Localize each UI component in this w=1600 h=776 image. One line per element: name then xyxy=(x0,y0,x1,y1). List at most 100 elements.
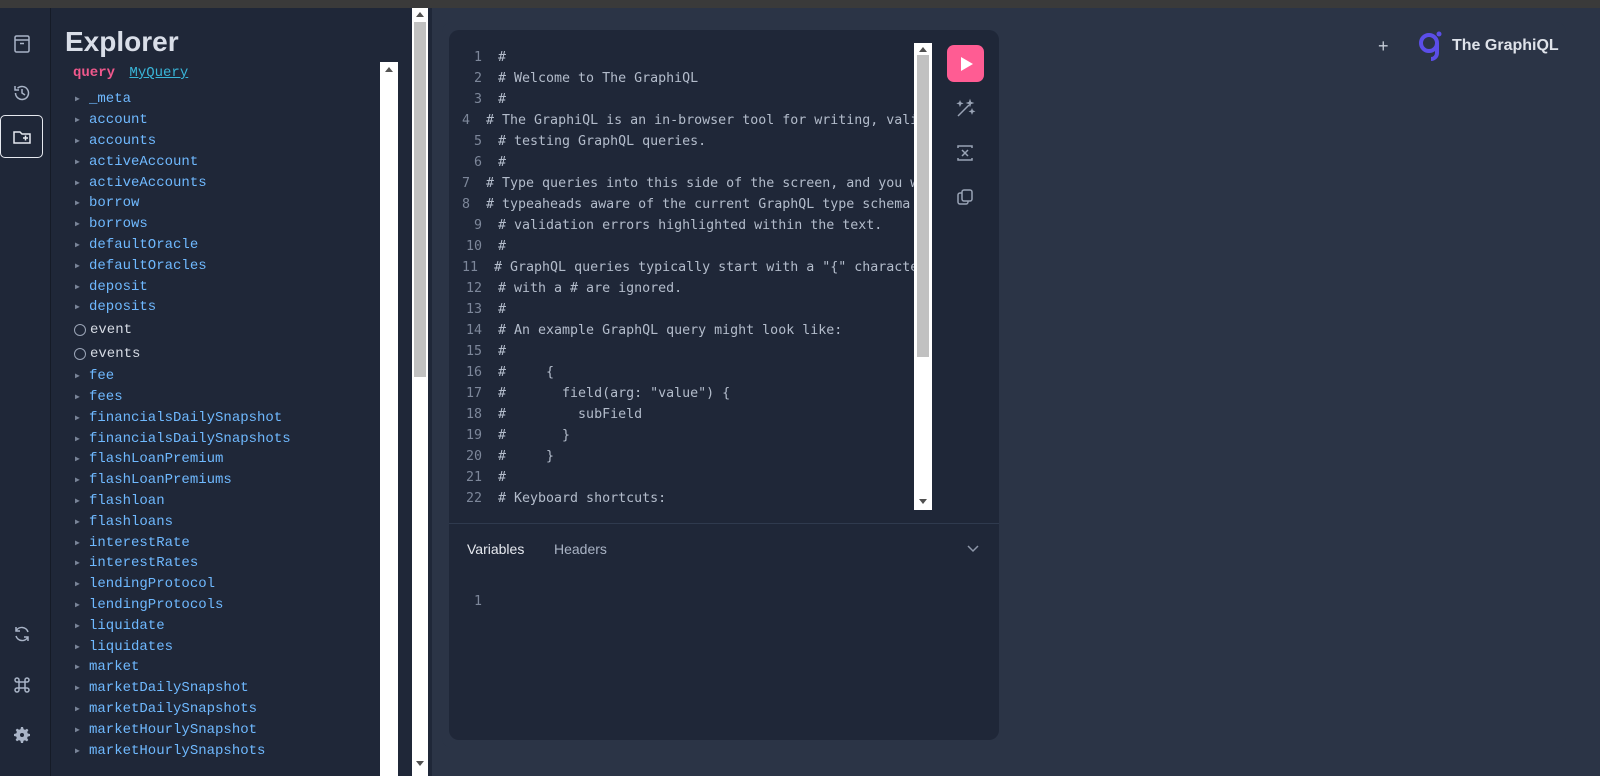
caret-right-icon[interactable]: ▶ xyxy=(75,282,89,292)
operation-name[interactable]: MyQuery xyxy=(129,65,188,81)
explorer-field[interactable]: ▶ marketDailySnapshots xyxy=(75,699,375,720)
code-text: # subField xyxy=(498,407,643,422)
caret-right-icon[interactable]: ▶ xyxy=(75,579,89,589)
explorer-field[interactable]: ▶ activeAccount xyxy=(75,151,375,172)
caret-right-icon[interactable]: ▶ xyxy=(75,178,89,188)
chevron-down-icon[interactable] xyxy=(966,541,980,560)
scroll-up-arrow[interactable] xyxy=(385,67,393,72)
explorer-field[interactable]: ▶ accounts xyxy=(75,131,375,152)
explorer-field[interactable]: ▶ fees xyxy=(75,387,375,408)
code-text: # xyxy=(498,344,507,359)
caret-right-icon[interactable]: ▶ xyxy=(75,219,89,229)
query-editor[interactable]: 1 #2 # Welcome to The GraphiQL 3 #4 # The Gra… xyxy=(462,50,914,510)
explorer-field[interactable]: ▶ fee xyxy=(75,366,375,387)
caret-right-icon[interactable]: ▶ xyxy=(75,558,89,568)
caret-right-icon[interactable]: ▶ xyxy=(75,600,89,610)
explorer-field[interactable]: ▶ account xyxy=(75,110,375,131)
explorer-field-label: defaultOracles xyxy=(89,257,207,274)
caret-right-icon[interactable]: ▶ xyxy=(75,434,89,444)
scrollbar-thumb[interactable] xyxy=(917,55,929,357)
caret-right-icon[interactable]: ▶ xyxy=(75,642,89,652)
explorer-field[interactable]: ▶ marketHourlySnapshots xyxy=(75,740,375,761)
line-number: 18 xyxy=(465,407,482,422)
explorer-field[interactable]: ▶ lendingProtocol xyxy=(75,574,375,595)
caret-right-icon[interactable]: ▶ xyxy=(75,392,89,402)
editor-scrollbar[interactable] xyxy=(914,43,932,510)
caret-right-icon[interactable]: ▶ xyxy=(75,115,89,125)
explorer-field-label: interestRate xyxy=(89,534,190,551)
explorer-field[interactable]: ▶ deposits xyxy=(75,297,375,318)
refetch-schema-icon[interactable] xyxy=(0,612,43,655)
scroll-up-arrow[interactable] xyxy=(416,12,424,17)
explorer-scrollbar[interactable] xyxy=(380,62,398,776)
plugin-sidebar xyxy=(0,8,51,776)
caret-right-icon[interactable]: ▶ xyxy=(75,517,89,527)
explorer-field[interactable]: event xyxy=(74,318,375,342)
code-line: 15 # xyxy=(462,344,914,365)
tab-variables[interactable]: Variables xyxy=(467,541,524,557)
explorer-field-label: marketDailySnapshots xyxy=(89,700,258,717)
explorer-field[interactable]: ▶ interestRates xyxy=(75,553,375,574)
caret-right-icon[interactable]: ▶ xyxy=(75,157,89,167)
explorer-field[interactable]: ▶ flashloan xyxy=(75,491,375,512)
explorer-field[interactable]: ▶ deposit xyxy=(75,276,375,297)
explorer-field-label: borrows xyxy=(89,216,148,233)
scrollbar-track[interactable] xyxy=(412,8,428,776)
caret-right-icon[interactable]: ▶ xyxy=(75,746,89,756)
explorer-field[interactable]: ▶ financialsDailySnapshots xyxy=(75,428,375,449)
explorer-field[interactable]: ▶ marketHourlySnapshot xyxy=(75,719,375,740)
caret-right-icon[interactable]: ▶ xyxy=(75,94,89,104)
caret-right-icon[interactable]: ▶ xyxy=(75,475,89,485)
docs-icon[interactable] xyxy=(0,22,43,65)
prettify-icon[interactable] xyxy=(952,96,978,122)
explorer-field[interactable]: ▶ liquidate xyxy=(75,615,375,636)
caret-right-icon[interactable]: ▶ xyxy=(75,371,89,381)
caret-right-icon[interactable]: ▶ xyxy=(75,662,89,672)
explorer-field[interactable]: ▶ flashloans xyxy=(75,511,375,532)
scroll-down-arrow[interactable] xyxy=(416,761,424,766)
explorer-field[interactable]: events xyxy=(74,342,375,366)
code-text: # field(arg: "value") { xyxy=(498,386,731,401)
caret-right-icon[interactable]: ▶ xyxy=(75,240,89,250)
caret-right-icon[interactable]: ▶ xyxy=(75,261,89,271)
settings-icon[interactable] xyxy=(0,713,43,756)
caret-right-icon[interactable]: ▶ xyxy=(75,683,89,693)
add-tab-button[interactable]: + xyxy=(1378,36,1389,57)
explorer-field[interactable]: ▶ borrows xyxy=(75,214,375,235)
explorer-field[interactable]: ▶ _meta xyxy=(75,89,375,110)
scrollbar-thumb[interactable] xyxy=(414,22,426,377)
scroll-up-arrow[interactable] xyxy=(919,47,927,52)
explorer-field[interactable]: ▶ flashLoanPremiums xyxy=(75,470,375,491)
explorer-field[interactable]: ▶ financialsDailySnapshot xyxy=(75,407,375,428)
caret-right-icon[interactable]: ▶ xyxy=(75,454,89,464)
explorer-field[interactable]: ▶ borrow xyxy=(75,193,375,214)
explorer-field[interactable]: ▶ defaultOracle xyxy=(75,235,375,256)
caret-right-icon[interactable]: ▶ xyxy=(75,725,89,735)
radio-icon[interactable] xyxy=(74,347,86,360)
history-icon[interactable] xyxy=(0,71,43,114)
caret-right-icon[interactable]: ▶ xyxy=(75,136,89,146)
tab-headers[interactable]: Headers xyxy=(554,541,607,557)
caret-right-icon[interactable]: ▶ xyxy=(75,538,89,548)
explorer-folder-icon[interactable] xyxy=(0,115,43,158)
scroll-down-arrow[interactable] xyxy=(919,499,927,504)
caret-right-icon[interactable]: ▶ xyxy=(75,704,89,714)
caret-right-icon[interactable]: ▶ xyxy=(75,496,89,506)
explorer-field[interactable]: ▶ liquidates xyxy=(75,636,375,657)
caret-right-icon[interactable]: ▶ xyxy=(75,621,89,631)
radio-icon[interactable] xyxy=(74,323,86,336)
explorer-field[interactable]: ▶ market xyxy=(75,657,375,678)
execute-query-button[interactable] xyxy=(947,45,984,82)
explorer-field[interactable]: ▶ flashLoanPremium xyxy=(75,449,375,470)
copy-icon[interactable] xyxy=(952,184,978,210)
explorer-field[interactable]: ▶ interestRate xyxy=(75,532,375,553)
caret-right-icon[interactable]: ▶ xyxy=(75,413,89,423)
explorer-field[interactable]: ▶ activeAccounts xyxy=(75,172,375,193)
caret-right-icon[interactable]: ▶ xyxy=(75,198,89,208)
caret-right-icon[interactable]: ▶ xyxy=(75,302,89,312)
explorer-field[interactable]: ▶ marketDailySnapshot xyxy=(75,678,375,699)
explorer-field[interactable]: ▶ defaultOracles xyxy=(75,255,375,276)
explorer-field[interactable]: ▶ lendingProtocols xyxy=(75,595,375,616)
shortcuts-icon[interactable] xyxy=(0,663,43,706)
merge-fragments-icon[interactable] xyxy=(952,140,978,166)
